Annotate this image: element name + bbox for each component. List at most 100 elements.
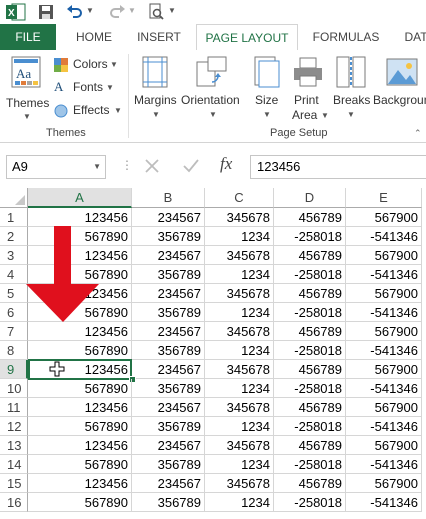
cell-d2[interactable]: -258018 [274, 227, 346, 246]
row-header[interactable]: 10 [0, 379, 28, 398]
cell-e3[interactable]: 567900 [346, 246, 422, 265]
cell-d3[interactable]: 456789 [274, 246, 346, 265]
cell-b16[interactable]: 356789 [132, 493, 205, 512]
cell-a16[interactable]: 567890 [28, 493, 132, 512]
cell-b3[interactable]: 234567 [132, 246, 205, 265]
tab-home[interactable]: HOME [66, 24, 122, 50]
cell-d10[interactable]: -258018 [274, 379, 346, 398]
cell-b15[interactable]: 234567 [132, 474, 205, 493]
cell-b11[interactable]: 234567 [132, 398, 205, 417]
cell-a13[interactable]: 123456 [28, 436, 132, 455]
size-button[interactable]: Size ▼ [250, 54, 284, 124]
cell-d8[interactable]: -258018 [274, 341, 346, 360]
name-box-dropdown-icon[interactable]: ▼ [93, 162, 101, 171]
cell-a11[interactable]: 123456 [28, 398, 132, 417]
cell-d15[interactable]: 456789 [274, 474, 346, 493]
background-button[interactable]: Background [372, 54, 426, 124]
cell-c16[interactable]: 1234 [205, 493, 274, 512]
row-header[interactable]: 16 [0, 493, 28, 512]
cell-d6[interactable]: -258018 [274, 303, 346, 322]
colors-button[interactable]: Colors ▼ [54, 56, 124, 74]
cell-e4[interactable]: -541346 [346, 265, 422, 284]
cell-a10[interactable]: 567890 [28, 379, 132, 398]
cell-b10[interactable]: 356789 [132, 379, 205, 398]
tab-insert[interactable]: INSERT [128, 24, 190, 50]
cell-d12[interactable]: -258018 [274, 417, 346, 436]
cell-c2[interactable]: 1234 [205, 227, 274, 246]
undo-icon[interactable] [66, 3, 84, 21]
cell-c6[interactable]: 1234 [205, 303, 274, 322]
redo-icon[interactable] [108, 3, 126, 21]
row-header[interactable]: 12 [0, 417, 28, 436]
row-header[interactable]: 11 [0, 398, 28, 417]
cell-a12[interactable]: 567890 [28, 417, 132, 436]
cell-c8[interactable]: 1234 [205, 341, 274, 360]
cell-e7[interactable]: 567900 [346, 322, 422, 341]
cell-b6[interactable]: 356789 [132, 303, 205, 322]
cell-a1[interactable]: 123456 [28, 208, 132, 227]
column-header-e[interactable]: E [346, 188, 422, 208]
print-preview-icon[interactable] [148, 3, 164, 21]
cell-b7[interactable]: 234567 [132, 322, 205, 341]
cell-b5[interactable]: 234567 [132, 284, 205, 303]
cell-b14[interactable]: 356789 [132, 455, 205, 474]
cell-d7[interactable]: 456789 [274, 322, 346, 341]
cell-c9[interactable]: 345678 [205, 360, 274, 379]
fonts-button[interactable]: A Fonts ▼ [54, 79, 124, 97]
column-header-a[interactable]: A [28, 188, 132, 208]
row-header[interactable]: 8 [0, 341, 28, 360]
cell-c7[interactable]: 345678 [205, 322, 274, 341]
tab-file[interactable]: FILE [0, 24, 56, 50]
cell-b12[interactable]: 356789 [132, 417, 205, 436]
cell-d5[interactable]: 456789 [274, 284, 346, 303]
cell-a8[interactable]: 567890 [28, 341, 132, 360]
margins-button[interactable]: Margins ▼ [132, 54, 180, 124]
cell-d11[interactable]: 456789 [274, 398, 346, 417]
cell-b2[interactable]: 356789 [132, 227, 205, 246]
cell-e5[interactable]: 567900 [346, 284, 422, 303]
cell-e6[interactable]: -541346 [346, 303, 422, 322]
tab-formulas[interactable]: FORMULAS [304, 24, 388, 50]
cell-c14[interactable]: 1234 [205, 455, 274, 474]
cell-c4[interactable]: 1234 [205, 265, 274, 284]
cell-d9[interactable]: 456789 [274, 360, 346, 379]
cell-e9[interactable]: 567900 [346, 360, 422, 379]
formula-input[interactable]: 123456 [250, 155, 426, 179]
cell-e12[interactable]: -541346 [346, 417, 422, 436]
cell-e10[interactable]: -541346 [346, 379, 422, 398]
row-header[interactable]: 1 [0, 208, 28, 227]
cell-b4[interactable]: 356789 [132, 265, 205, 284]
confirm-entry-icon[interactable] [182, 158, 200, 174]
cell-e2[interactable]: -541346 [346, 227, 422, 246]
customize-qat-icon[interactable]: ▼ [168, 6, 176, 15]
save-icon[interactable] [38, 3, 54, 21]
row-header[interactable]: 9 [0, 360, 28, 379]
cell-c5[interactable]: 345678 [205, 284, 274, 303]
cell-b8[interactable]: 356789 [132, 341, 205, 360]
row-header[interactable]: 13 [0, 436, 28, 455]
cell-e8[interactable]: -541346 [346, 341, 422, 360]
cancel-entry-icon[interactable] [144, 158, 160, 174]
row-header[interactable]: 14 [0, 455, 28, 474]
cell-e1[interactable]: 567900 [346, 208, 422, 227]
column-header-b[interactable]: B [132, 188, 205, 208]
cell-c15[interactable]: 345678 [205, 474, 274, 493]
effects-button[interactable]: Effects ▼ [54, 102, 124, 120]
breaks-button[interactable]: Breaks ▼ [330, 54, 372, 124]
column-header-c[interactable]: C [205, 188, 274, 208]
undo-dropdown-icon[interactable]: ▼ [86, 6, 94, 15]
cell-d13[interactable]: 456789 [274, 436, 346, 455]
formula-bar-splitter-icon[interactable]: ⋮ [121, 158, 133, 172]
cell-e15[interactable]: 567900 [346, 474, 422, 493]
cell-c10[interactable]: 1234 [205, 379, 274, 398]
insert-function-icon[interactable]: fx [220, 154, 232, 174]
cell-a14[interactable]: 567890 [28, 455, 132, 474]
cell-b9[interactable]: 234567 [132, 360, 205, 379]
select-all-corner[interactable] [0, 188, 28, 208]
cell-d1[interactable]: 456789 [274, 208, 346, 227]
themes-button[interactable]: Aa Themes ▼ [4, 54, 50, 121]
cell-c13[interactable]: 345678 [205, 436, 274, 455]
cell-c11[interactable]: 345678 [205, 398, 274, 417]
cell-e13[interactable]: 567900 [346, 436, 422, 455]
orientation-button[interactable]: Orientation ▼ [180, 54, 246, 124]
